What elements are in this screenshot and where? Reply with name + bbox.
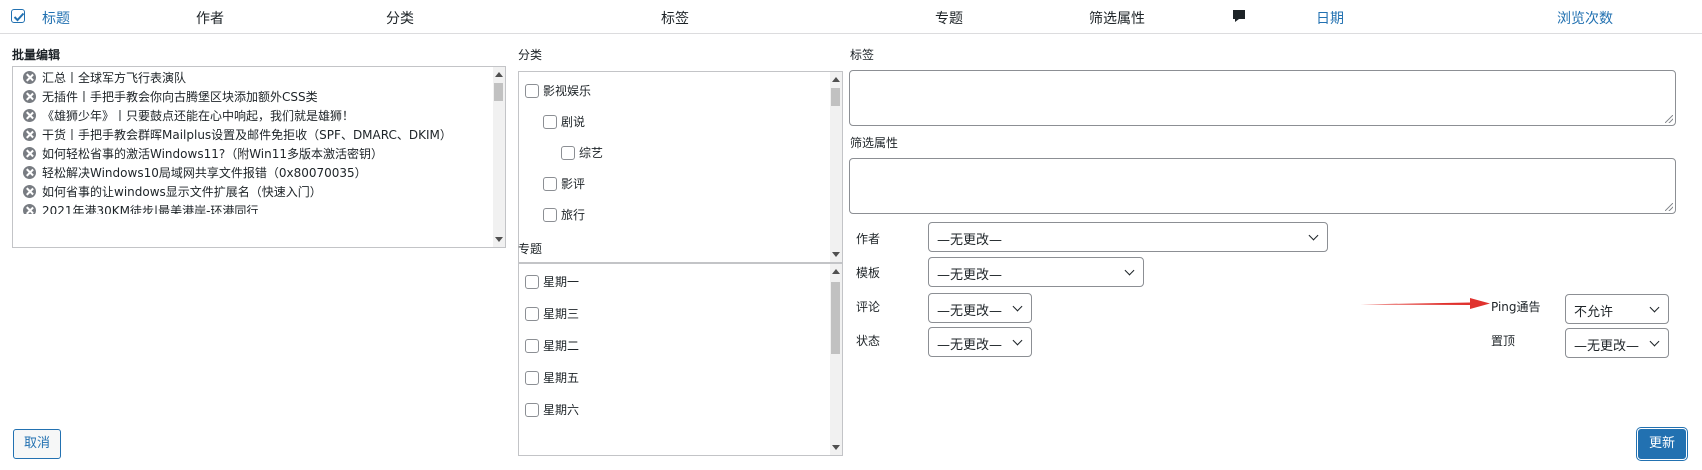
status-select[interactable]: —无更改— <box>928 327 1032 357</box>
checkbox[interactable] <box>543 208 557 222</box>
column-title-header[interactable]: 标题 <box>42 8 70 28</box>
chevron-down-icon <box>1124 265 1135 276</box>
column-category-header: 分类 <box>386 11 414 27</box>
selected-posts-list[interactable]: 汇总丨全球军方飞行表演队 无插件丨手把手教会你向古腾堡区块添加额外CSS类 《雄… <box>12 66 506 248</box>
checkbox[interactable] <box>561 146 575 160</box>
tags-label: 标签 <box>850 48 875 62</box>
topic-item[interactable]: 星期六 <box>525 401 579 418</box>
list-item: 《雄狮少年》丨只要鼓点还能在心中响起，我们就是雄狮！ <box>23 107 354 125</box>
list-item: 干货丨手把手教会群晖Mailplus设置及邮件免拒收（SPF、DMARC、DKI… <box>23 126 452 144</box>
category-checklist[interactable]: 影视娱乐 剧说 综艺 影评 旅行 <box>518 71 843 263</box>
annotation-arrow-icon <box>1360 298 1490 309</box>
update-button[interactable]: 更新 <box>1638 429 1686 459</box>
sticky-label: 置顶 <box>1491 334 1516 348</box>
column-filter-attr-header: 筛选属性 <box>1089 11 1145 27</box>
remove-icon[interactable] <box>23 185 36 198</box>
checkbox[interactable] <box>525 403 539 417</box>
remove-icon[interactable] <box>23 128 36 141</box>
topic-checklist[interactable]: 星期一 星期三 星期二 星期五 星期六 <box>518 263 843 456</box>
comments-label: 评论 <box>856 300 881 314</box>
list-item: 无插件丨手把手教会你向古腾堡区块添加额外CSS类 <box>23 88 318 106</box>
tags-textarea[interactable] <box>849 70 1676 126</box>
scroll-down-arrow-icon[interactable] <box>832 252 840 257</box>
list-item: 2021年港30KM徒步|最美港岸-环港同行 <box>23 202 258 214</box>
topic-label: 专题 <box>518 242 543 256</box>
scroll-down-arrow-icon[interactable] <box>495 237 503 242</box>
column-tags-header: 标签 <box>661 11 689 27</box>
sticky-select[interactable]: —无更改— <box>1565 328 1669 358</box>
category-label: 分类 <box>518 48 543 62</box>
bulk-edit-title: 批量编辑 <box>12 48 61 62</box>
topic-scrollbar[interactable] <box>830 264 842 455</box>
status-label: 状态 <box>856 334 881 348</box>
chevron-down-icon <box>1012 301 1023 312</box>
column-topic-header: 专题 <box>935 11 963 27</box>
topic-item[interactable]: 星期二 <box>525 337 579 354</box>
scrollbar-thumb[interactable] <box>494 83 503 101</box>
remove-icon[interactable] <box>23 90 36 103</box>
remove-icon[interactable] <box>23 71 36 84</box>
template-select[interactable]: —无更改— <box>928 257 1144 287</box>
remove-icon[interactable] <box>23 166 36 179</box>
filter-attr-label: 筛选属性 <box>850 136 899 150</box>
bulk-edit-panel: 批量编辑 汇总丨全球军方飞行表演队 无插件丨手把手教会你向古腾堡区块添加额外CS… <box>0 34 1702 470</box>
category-item[interactable]: 影视娱乐 <box>525 82 591 99</box>
checkbox[interactable] <box>525 275 539 289</box>
comments-select[interactable]: —无更改— <box>928 293 1032 323</box>
category-item[interactable]: 综艺 <box>561 144 603 161</box>
filter-attr-textarea[interactable] <box>849 158 1676 214</box>
list-item: 轻松解决Windows10局域网共享文件报错（0x80070035） <box>23 164 367 182</box>
remove-icon[interactable] <box>23 109 36 122</box>
resize-handle-icon[interactable] <box>1665 115 1673 123</box>
checkbox[interactable] <box>543 177 557 191</box>
checkbox[interactable] <box>525 371 539 385</box>
category-item[interactable]: 旅行 <box>543 206 585 223</box>
scroll-down-arrow-icon[interactable] <box>832 445 840 450</box>
remove-icon[interactable] <box>23 204 36 214</box>
pings-select[interactable]: 不允许 <box>1565 294 1669 324</box>
pings-label: Ping通告 <box>1491 300 1541 314</box>
chevron-down-icon <box>1649 302 1660 313</box>
author-label: 作者 <box>856 232 881 246</box>
column-date-header[interactable]: 日期 <box>1316 8 1344 28</box>
posts-scrollbar[interactable] <box>493 67 505 247</box>
column-author-header: 作者 <box>196 11 224 27</box>
cancel-button[interactable]: 取消 <box>13 429 61 459</box>
topic-item[interactable]: 星期五 <box>525 369 579 386</box>
remove-icon[interactable] <box>23 147 36 160</box>
topic-item[interactable]: 星期三 <box>525 305 579 322</box>
list-item: 如何轻松省事的激活Windows11?（附Win11多版本激活密钥） <box>23 145 383 163</box>
scroll-up-arrow-icon[interactable] <box>832 269 840 274</box>
column-views-header[interactable]: 浏览次数 <box>1557 8 1613 28</box>
category-scrollbar[interactable] <box>830 72 842 262</box>
comment-bubble-icon[interactable] <box>1232 9 1246 23</box>
template-label: 模板 <box>856 266 881 280</box>
checkbox[interactable] <box>525 307 539 321</box>
author-select[interactable]: —无更改— <box>928 222 1328 252</box>
checkbox[interactable] <box>525 84 539 98</box>
chevron-down-icon <box>1308 230 1319 241</box>
scrollbar-thumb[interactable] <box>831 282 840 354</box>
chevron-down-icon <box>1649 336 1660 347</box>
category-item[interactable]: 剧说 <box>543 113 585 130</box>
checkbox[interactable] <box>525 339 539 353</box>
scroll-up-arrow-icon[interactable] <box>495 72 503 77</box>
select-all-checkbox[interactable] <box>11 9 25 23</box>
list-item: 汇总丨全球军方飞行表演队 <box>23 69 186 87</box>
list-item: 如何省事的让windows显示文件扩展名（快速入门） <box>23 183 322 201</box>
list-table-header: 标题 作者 分类 标签 专题 筛选属性 日期 浏览次数 <box>0 0 1702 34</box>
topic-item[interactable]: 星期一 <box>525 273 579 290</box>
chevron-down-icon <box>1012 335 1023 346</box>
scrollbar-thumb[interactable] <box>831 88 840 106</box>
category-item[interactable]: 影评 <box>543 175 585 192</box>
checkbox[interactable] <box>543 115 557 129</box>
resize-handle-icon[interactable] <box>1665 203 1673 211</box>
scroll-up-arrow-icon[interactable] <box>832 77 840 82</box>
